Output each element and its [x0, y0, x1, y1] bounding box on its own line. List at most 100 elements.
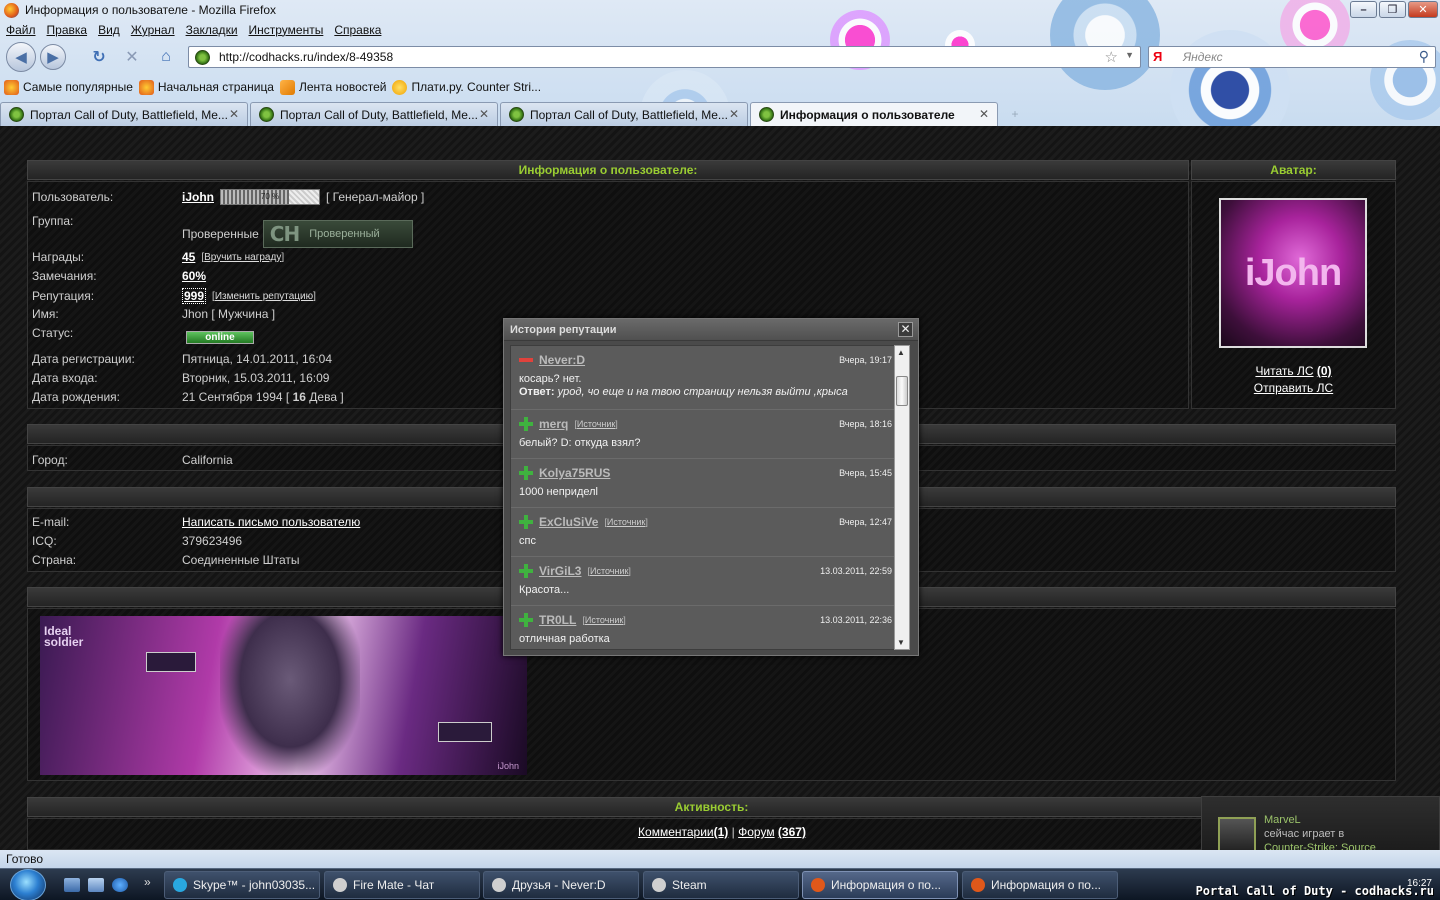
user-name-link[interactable]: iJohn	[182, 190, 214, 204]
rss-icon	[279, 79, 295, 95]
new-tab-button[interactable]: +	[1002, 102, 1028, 126]
signature-title: Ideal soldier	[44, 625, 83, 648]
menu-bookmarks[interactable]: Закладки	[186, 23, 238, 37]
reputation-date: 13.03.2011, 22:36	[820, 615, 892, 625]
source-text: Источник	[576, 418, 616, 429]
scroll-up-icon[interactable]: ▲	[897, 348, 905, 357]
minimize-button[interactable]: –	[1350, 1, 1377, 18]
reputation-user-link[interactable]: Kolya75RUS	[539, 466, 610, 480]
menu-help[interactable]: Справка	[334, 23, 381, 37]
scroll-down-icon[interactable]: ▼	[897, 638, 905, 647]
friend-avatar	[1218, 817, 1256, 853]
source-link[interactable]: [Источник]	[587, 566, 630, 576]
reputation-user-link[interactable]: Never:D	[539, 353, 585, 367]
bookmark-label: Самые популярные	[23, 80, 133, 94]
forum-link[interactable]: Форум (367)	[738, 825, 806, 839]
minus-icon	[519, 353, 533, 367]
avatar: iJohn	[1219, 198, 1367, 348]
bookmark-news-feed[interactable]: Лента новостей	[279, 79, 386, 95]
reputation-user-link[interactable]: TR0LL	[539, 613, 576, 627]
plus-icon	[519, 465, 533, 480]
taskbar-button[interactable]: Информация о по...	[962, 871, 1118, 899]
modal-scrollbar[interactable]: ▲ ▼	[894, 345, 910, 650]
warnings-label: Замечания:	[32, 269, 97, 283]
yandex-logo-icon[interactable]: Я	[1153, 49, 1162, 64]
menu-bar: Файл Правка Вид Журнал Закладки Инструме…	[0, 20, 381, 40]
bookmark-star-icon[interactable]: ☆	[1105, 48, 1118, 66]
search-icon[interactable]: ⚲	[1419, 48, 1429, 65]
reload-button[interactable]: ↻	[88, 46, 110, 68]
give-award-text: Вручить награду	[204, 251, 282, 263]
reputation-user-link[interactable]: merq	[539, 417, 568, 431]
read-pm-link[interactable]: Читать ЛС (0)	[1191, 364, 1396, 378]
group-badge-logo: CH	[269, 222, 300, 246]
reputation-comment: косарь? нет.	[519, 372, 582, 385]
tab-portal-3[interactable]: Портал Call of Duty, Battlefield, Me... …	[500, 102, 748, 126]
restore-button[interactable]: ❐	[1379, 1, 1406, 18]
navigation-bar: ◀ ▶ ↻ ✕ ⌂ http://codhacks.ru/index/8-493…	[0, 42, 1440, 72]
row-status-value: online	[184, 331, 254, 344]
site-watermark: Portal Call of Duty - codhacks.ru	[1195, 884, 1434, 898]
start-button[interactable]	[10, 869, 46, 900]
awards-count-link[interactable]: 45	[182, 250, 195, 264]
menu-edit[interactable]: Правка	[47, 23, 88, 37]
comments-count: (1)	[713, 825, 729, 839]
internet-explorer-icon[interactable]	[112, 878, 128, 892]
tab-portal-2[interactable]: Портал Call of Duty, Battlefield, Me... …	[250, 102, 498, 126]
scroll-thumb[interactable]	[896, 376, 908, 406]
tab-user-info[interactable]: Информация о пользователе ✕	[750, 102, 998, 126]
home-button[interactable]: ⌂	[155, 46, 177, 68]
row-city: Город: California	[32, 453, 233, 467]
zodiac-text: Дева ]	[305, 390, 344, 404]
status-text: Готово	[6, 852, 44, 866]
change-reputation-link[interactable]: [Изменить репутацию]	[212, 291, 316, 302]
switch-windows-icon[interactable]	[88, 878, 104, 892]
taskbar-button[interactable]: Друзья - Never:D	[483, 871, 639, 899]
give-award-link[interactable]: [Вручить награду]	[201, 252, 284, 263]
reputation-user-link[interactable]: ExCluSiVe	[539, 515, 598, 529]
quicklaunch-more-icon[interactable]: »	[144, 875, 151, 889]
menu-history[interactable]: Журнал	[131, 23, 175, 37]
taskbar: » Skype™ - john03035... Fire Mate - Чат Др…	[0, 868, 1440, 900]
taskbar-button[interactable]: Fire Mate - Чат	[324, 871, 480, 899]
close-tab-icon[interactable]: ✕	[229, 107, 239, 121]
close-tab-icon[interactable]: ✕	[979, 107, 989, 121]
taskbar-button[interactable]: Информация о по...	[802, 871, 958, 899]
close-tab-icon[interactable]: ✕	[729, 107, 739, 121]
bookmark-plati[interactable]: Плати.ру. Counter Stri...	[392, 79, 541, 95]
email-link[interactable]: Написать письмо пользователю	[182, 515, 360, 529]
answer-text: урод, чо еще и на твою страницу нельзя в…	[557, 385, 848, 398]
pm-links: Читать ЛС (0) Отправить ЛС	[1191, 364, 1396, 395]
age-value: 16	[292, 390, 306, 404]
comments-link[interactable]: Комментарии(1)	[638, 825, 728, 839]
taskbar-button[interactable]: Steam	[643, 871, 799, 899]
reputation-count-link[interactable]: 999	[182, 288, 207, 304]
send-pm-link[interactable]: Отправить ЛС	[1191, 381, 1396, 395]
row-birth-date: Дата рождения: 21 Сентября 1994 [ 16 Дев…	[32, 390, 344, 404]
source-text: Источник	[589, 565, 629, 576]
show-desktop-icon[interactable]	[64, 878, 80, 892]
url-dropdown-icon[interactable]: ▼	[1125, 50, 1134, 60]
close-window-button[interactable]: ✕	[1408, 1, 1438, 18]
menu-tools[interactable]: Инструменты	[249, 23, 324, 37]
menu-file[interactable]: Файл	[6, 23, 36, 37]
firefox-icon	[4, 79, 19, 95]
modal-close-button[interactable]: ✕	[898, 322, 913, 337]
reg-date-label: Дата регистрации:	[32, 352, 135, 366]
bookmark-start-page[interactable]: Начальная страница	[138, 79, 274, 95]
forward-button[interactable]: ▶	[40, 44, 66, 70]
stop-button[interactable]: ✕	[121, 46, 143, 68]
url-bar[interactable]: http://codhacks.ru/index/8-49358 ☆ ▼	[188, 46, 1141, 68]
search-input[interactable]: Я Яндекс ⚲	[1148, 46, 1436, 68]
back-button[interactable]: ◀	[6, 42, 36, 72]
source-link[interactable]: [Источник]	[604, 517, 647, 527]
taskbar-button[interactable]: Skype™ - john03035...	[164, 871, 320, 899]
menu-view[interactable]: Вид	[98, 23, 120, 37]
reputation-user-link[interactable]: VirGiL3	[539, 564, 581, 578]
bookmark-most-visited[interactable]: Самые популярные	[4, 79, 133, 95]
source-link[interactable]: [Источник]	[582, 615, 625, 625]
tab-portal-1[interactable]: Портал Call of Duty, Battlefield, Me... …	[0, 102, 248, 126]
close-tab-icon[interactable]: ✕	[479, 107, 489, 121]
source-link[interactable]: [Источник]	[574, 419, 617, 429]
warnings-link[interactable]: 60%	[182, 269, 206, 283]
